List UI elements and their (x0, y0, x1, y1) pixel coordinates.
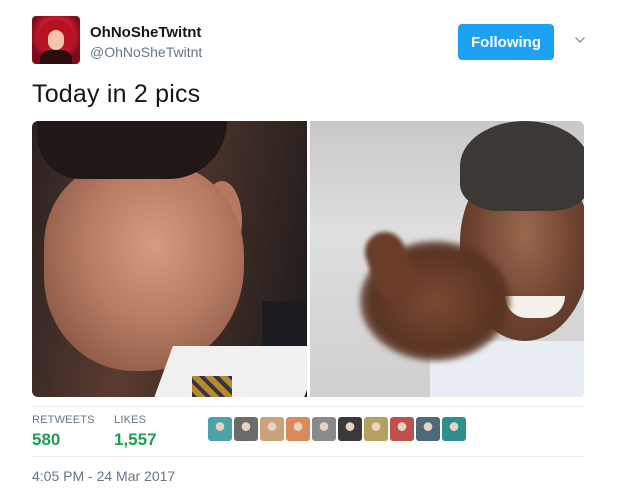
liker-avatar[interactable] (416, 417, 440, 441)
avatar-face (48, 30, 64, 50)
tweet-header: OhNoSheTwitnt @OhNoSheTwitnt Following (32, 16, 592, 64)
profile-avatar[interactable] (32, 16, 80, 64)
photo-right[interactable] (310, 121, 584, 397)
following-button[interactable]: Following (458, 24, 554, 60)
likes-label: LIKES (114, 414, 147, 426)
tweet-text: Today in 2 pics (32, 80, 201, 108)
liker-avatar[interactable] (390, 417, 414, 441)
photo-right-hair (460, 121, 584, 211)
liker-avatar[interactable] (364, 417, 388, 441)
tweet-timestamp[interactable]: 4:05 PM - 24 Mar 2017 (32, 468, 175, 484)
retweets-stat[interactable]: RETWEETS 580 (32, 414, 95, 450)
liker-avatars (208, 417, 466, 441)
retweets-label: RETWEETS (32, 414, 95, 426)
tweet-stats: RETWEETS 580 LIKES 1,557 (32, 410, 584, 460)
divider-top (32, 406, 584, 407)
photo-left[interactable] (32, 121, 307, 397)
photo-left-hair (37, 121, 227, 179)
liker-avatar[interactable] (234, 417, 258, 441)
likes-stat[interactable]: LIKES 1,557 (114, 414, 157, 450)
divider-bottom (32, 456, 584, 457)
liker-avatar[interactable] (312, 417, 336, 441)
liker-avatar[interactable] (208, 417, 232, 441)
liker-avatar[interactable] (442, 417, 466, 441)
likes-count: 1,557 (114, 430, 157, 449)
photo-left-face (44, 161, 244, 371)
chevron-down-icon[interactable] (574, 34, 586, 46)
liker-avatar[interactable] (338, 417, 362, 441)
tweet-media[interactable] (32, 121, 584, 397)
author-handle[interactable]: @OhNoSheTwitnt (90, 44, 202, 60)
author-display-name[interactable]: OhNoSheTwitnt (90, 24, 201, 41)
liker-avatar[interactable] (260, 417, 284, 441)
retweets-count: 580 (32, 430, 61, 449)
avatar-body (40, 50, 72, 64)
photo-left-tie (192, 376, 232, 397)
liker-avatar[interactable] (286, 417, 310, 441)
